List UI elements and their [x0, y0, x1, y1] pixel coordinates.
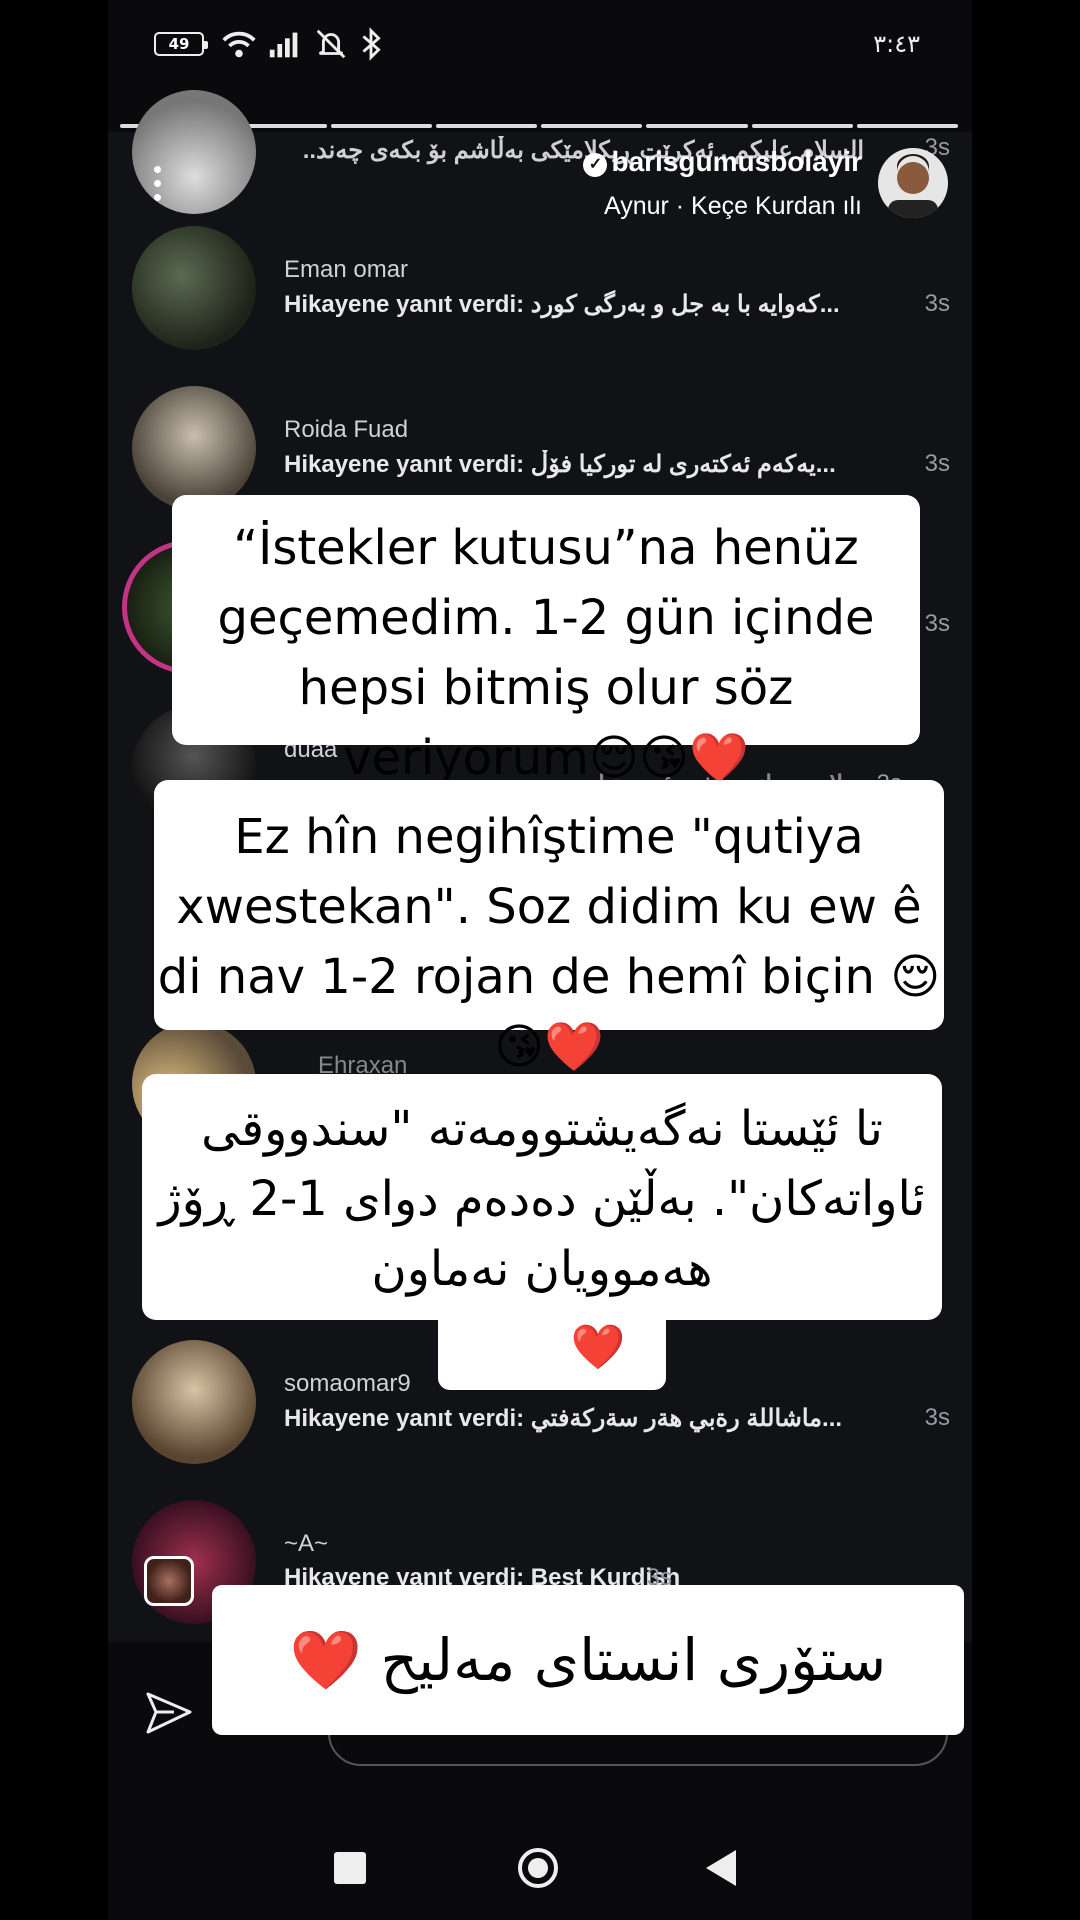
overlay-text-kurmanji: Ez hîn negihîştime "qutiya xwestekan". S… — [154, 780, 944, 1075]
avatar — [132, 386, 256, 510]
story-header: ✓ barisgumusbolayir Aynur · Keçe Kurdan ı… — [108, 130, 972, 230]
caption-banner: ستۆری انستای مەلیح ❤️ — [212, 1585, 964, 1735]
nav-home-icon[interactable] — [518, 1848, 558, 1888]
list-item: Eman omar Hikayene yanıt verdi: کەوایە ب… — [108, 226, 972, 366]
story-thumbnail[interactable] — [144, 1556, 194, 1606]
verified-badge-icon: ✓ — [583, 153, 608, 177]
music-bars-icon: ılı — [842, 192, 862, 220]
status-clock: ٣:٤٣ — [873, 30, 920, 58]
avatar[interactable] — [878, 148, 948, 218]
send-icon[interactable] — [144, 1688, 194, 1738]
music-label[interactable]: Aynur · Keçe Kurdan ılı — [604, 192, 862, 221]
avatar — [132, 1340, 256, 1464]
story-screen: 49 ٣:٤٣ السلام عليكم , ئەكرێت ڕيكلامێكى … — [108, 0, 972, 1920]
more-dots-icon[interactable] — [154, 166, 162, 208]
story-username[interactable]: ✓ barisgumusbolayir — [583, 146, 862, 178]
signal-icon — [269, 32, 298, 58]
nav-recents-icon[interactable] — [334, 1852, 366, 1884]
overlay-emoji: 😌😘❤️ — [438, 1306, 666, 1390]
status-bar: 49 ٣:٤٣ — [108, 0, 972, 90]
battery-icon: 49 — [154, 32, 208, 56]
wifi-icon — [222, 31, 256, 58]
overlay-text-turkish: “İstekler kutusu”na henüz geçemedim. 1-2… — [172, 495, 920, 786]
nav-back-icon[interactable] — [706, 1850, 736, 1886]
bluetooth-icon — [362, 27, 381, 61]
system-nav-bar — [108, 1820, 972, 1920]
bell-off-icon — [316, 29, 346, 59]
avatar — [132, 226, 256, 350]
overlay-text-sorani: تا ئێستا نەگەیشتوومەتە "سندووقی ئاواتەکا… — [142, 1074, 942, 1320]
